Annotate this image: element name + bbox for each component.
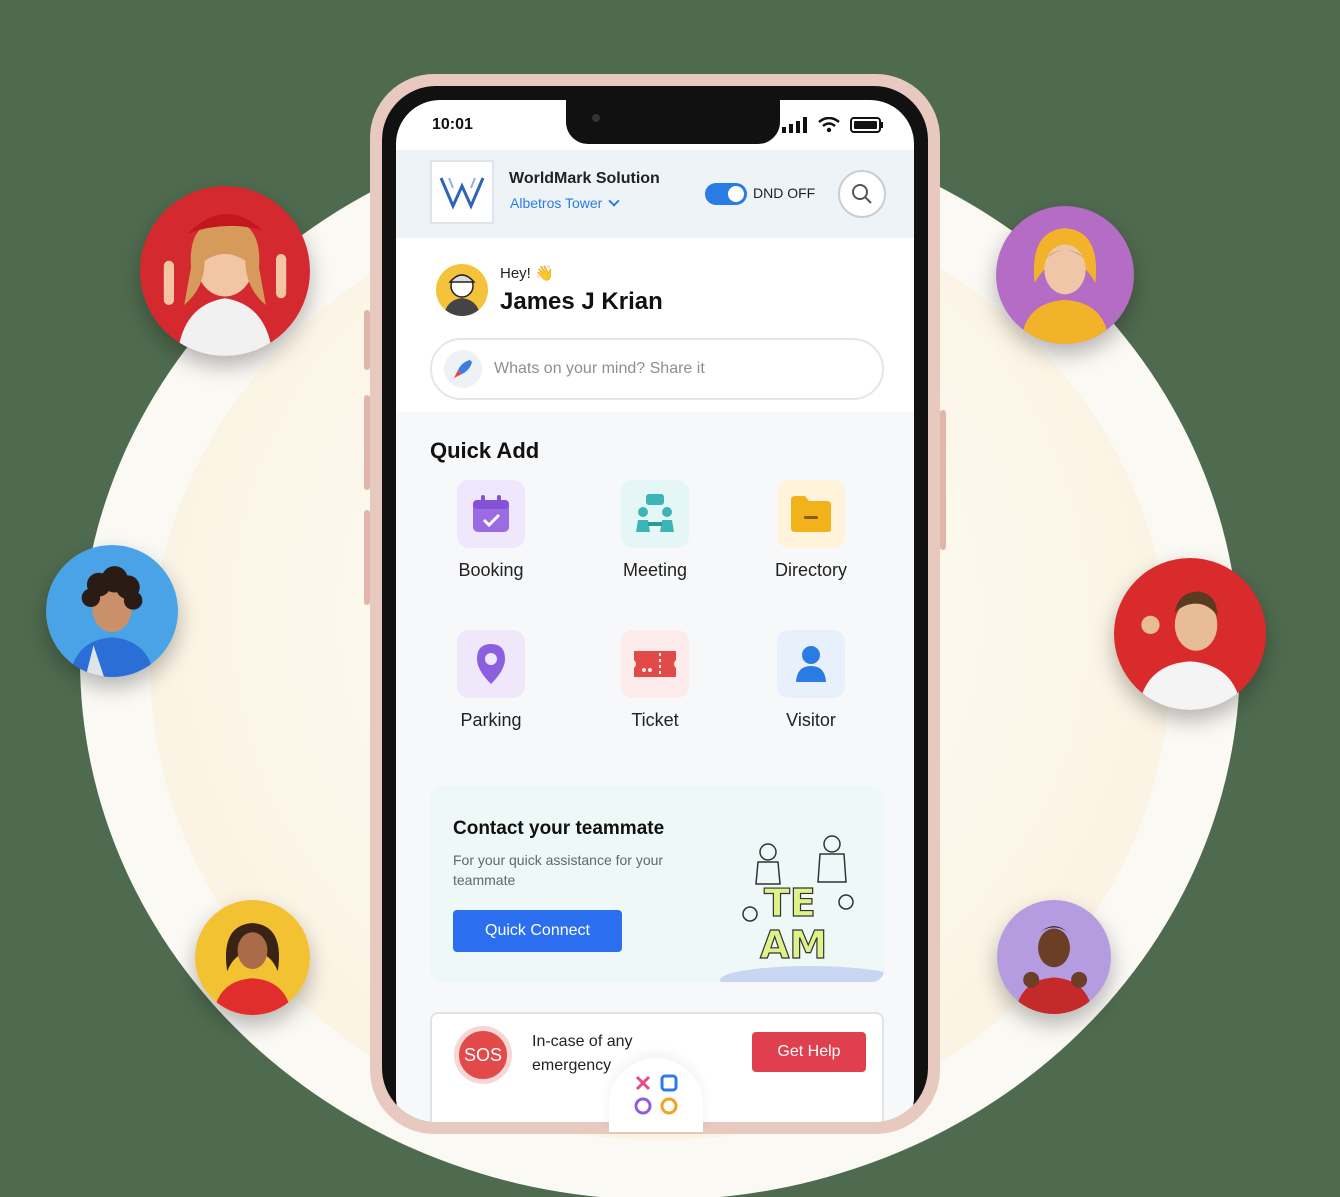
- quick-add-title: Quick Add: [430, 438, 540, 463]
- quick-add-label: Meeting: [622, 560, 688, 580]
- phone-bezel: 10:01 WorldMark Solution Albetros Tower …: [382, 86, 928, 1122]
- quick-add-visitor[interactable]: Visitor: [746, 630, 876, 731]
- calendar-check-icon: [457, 480, 525, 548]
- folder-icon: [777, 480, 845, 548]
- person-icon: [777, 630, 845, 698]
- site-name: Albetros Tower: [510, 195, 603, 211]
- worldmark-logo-icon: [439, 177, 485, 210]
- dnd-label: DND OFF: [753, 185, 816, 201]
- contact-teammate-card: Contact your teammate For your quick ass…: [430, 786, 884, 982]
- search-button[interactable]: [838, 170, 886, 218]
- quick-add-label: Visitor: [786, 710, 836, 730]
- site-selector[interactable]: Albetros Tower: [510, 195, 621, 211]
- app-header: WorldMark Solution Albetros Tower DND OF…: [396, 150, 914, 238]
- user-name: James J Krian: [500, 288, 663, 315]
- location-pin-icon: [457, 630, 525, 698]
- toggle-knob: [728, 186, 744, 202]
- quick-add-label: Directory: [774, 560, 847, 580]
- user-avatar[interactable]: [436, 264, 488, 316]
- rocket-icon: [444, 350, 482, 388]
- team-card-title: Contact your teammate: [453, 818, 665, 839]
- organization-name: WorldMark Solution: [509, 170, 660, 187]
- post-input[interactable]: [494, 353, 864, 385]
- quick-add-parking[interactable]: Parking: [426, 630, 556, 731]
- ticket-icon: [621, 630, 689, 698]
- dnd-toggle[interactable]: [705, 183, 747, 205]
- quick-add-label: Parking: [460, 710, 522, 730]
- status-icons: [782, 117, 884, 133]
- status-time: 10:01: [432, 116, 473, 133]
- chevron-down-icon: [608, 195, 621, 207]
- quick-add-label: Booking: [458, 560, 524, 580]
- quick-add-directory[interactable]: Directory: [746, 480, 876, 581]
- wifi-icon: [818, 117, 840, 133]
- phone-notch: [566, 100, 780, 144]
- avatar-man-white-sweater: [1114, 558, 1266, 710]
- quick-add-meeting[interactable]: Meeting: [590, 480, 720, 581]
- quick-add-ticket[interactable]: Ticket: [590, 630, 720, 731]
- quick-add-booking[interactable]: Booking: [426, 480, 556, 581]
- avatar-woman-red-hat: [140, 186, 310, 356]
- quick-connect-button[interactable]: Quick Connect: [453, 910, 622, 952]
- company-logo[interactable]: [430, 160, 494, 224]
- phone-frame: 10:01 WorldMark Solution Albetros Tower …: [370, 74, 940, 1134]
- team-illustration-text-1: TE: [764, 881, 816, 925]
- search-icon: [852, 184, 872, 204]
- get-help-button[interactable]: Get Help: [752, 1032, 866, 1072]
- sos-badge: SOS: [454, 1026, 512, 1084]
- avatar-woman-yellow-hoodie: [996, 206, 1134, 344]
- avatar-man-curly-hair: [46, 545, 178, 677]
- greeting-text: Hey! 👋: [500, 265, 554, 282]
- avatar-man-pointing: [997, 900, 1111, 1014]
- avatar-woman-red-shirt: [195, 900, 310, 1015]
- phone-power-button: [940, 410, 946, 550]
- quick-add-label: Ticket: [631, 710, 679, 730]
- battery-icon: [850, 117, 883, 133]
- team-illustration: TE AM: [720, 835, 884, 982]
- meeting-icon: [621, 480, 689, 548]
- app-grid-icon: [634, 1074, 678, 1115]
- signal-icon: [782, 117, 807, 133]
- team-card-subtitle: For your quick assistance for your teamm…: [453, 852, 664, 888]
- phone-screen: 10:01 WorldMark Solution Albetros Tower …: [396, 100, 914, 1122]
- team-illustration-text-2: AM: [760, 923, 827, 967]
- camera-dot: [592, 114, 600, 122]
- post-composer[interactable]: [430, 338, 884, 400]
